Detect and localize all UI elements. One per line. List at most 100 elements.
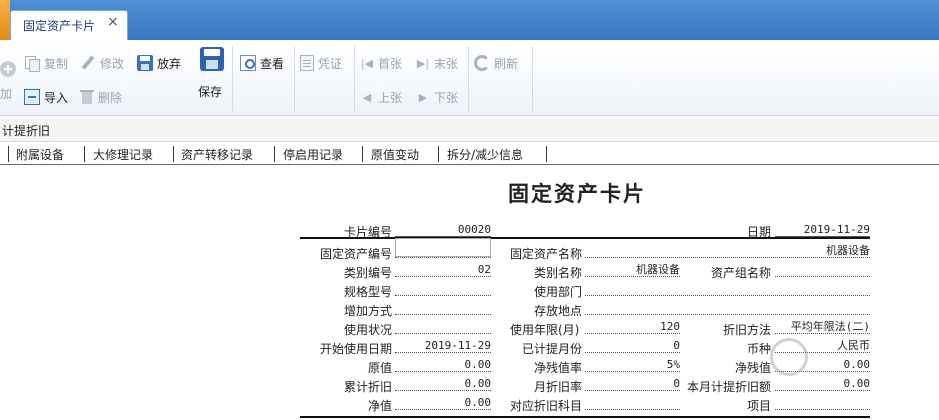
- category-code-field[interactable]: 02: [395, 263, 491, 277]
- add-method-field[interactable]: [395, 301, 491, 315]
- spec-label: 规格型号: [344, 285, 393, 299]
- subtab-split-reduce[interactable]: 拆分/减少信息: [447, 146, 523, 163]
- subtab-accessories[interactable]: 附属设备: [16, 146, 64, 163]
- asset-name-field[interactable]: 机器设备: [585, 244, 870, 258]
- save-icon[interactable]: [200, 47, 224, 71]
- next-button[interactable]: ▶ 下张: [416, 87, 458, 107]
- modify-button[interactable]: 修改: [80, 53, 124, 73]
- asset-group-label: 资产组名称: [711, 266, 772, 280]
- view-button[interactable]: 查看: [240, 53, 284, 73]
- toolbar-divider: [294, 46, 295, 112]
- category-name-label: 类别名称: [534, 266, 583, 280]
- dep-method-field[interactable]: 平均年限法(二): [775, 320, 870, 334]
- subtab-bar: 附属设备 大修理记录 资产转移记录 停启用记录 原值变动 拆分/减少信息: [0, 143, 939, 165]
- menu-item-depreciation[interactable]: 计提折旧: [2, 122, 50, 139]
- toolbar-divider: [232, 46, 233, 112]
- add-label: 加: [0, 83, 12, 103]
- voucher-button[interactable]: 凭证: [300, 53, 342, 73]
- subtab-start-stop[interactable]: 停启用记录: [283, 146, 343, 163]
- net-label: 净值: [368, 399, 393, 413]
- last-button[interactable]: ▶| 末张: [416, 53, 458, 73]
- close-icon[interactable]: ×: [107, 14, 119, 30]
- import-button[interactable]: 导入: [24, 87, 68, 107]
- residual-rate-field[interactable]: 5%: [585, 358, 680, 372]
- monthly-rate-field[interactable]: 0: [585, 377, 680, 391]
- card-no-field[interactable]: 00020: [395, 223, 491, 237]
- voucher-label: 凭证: [318, 56, 343, 71]
- save-button[interactable]: 保存: [198, 81, 222, 101]
- prev-button[interactable]: ◀ 上张: [360, 87, 402, 107]
- asset-code-field[interactable]: [395, 244, 491, 258]
- net-field[interactable]: 0.00: [395, 396, 491, 410]
- subtab-transfer[interactable]: 资产转移记录: [181, 146, 253, 163]
- first-button[interactable]: |◀ 首张: [360, 53, 402, 73]
- delete-button[interactable]: 删除: [80, 87, 122, 107]
- dept-field[interactable]: [585, 282, 870, 296]
- subtab-overhaul[interactable]: 大修理记录: [93, 146, 153, 163]
- dept-label: 使用部门: [534, 285, 583, 299]
- last-label: 末张: [434, 56, 459, 71]
- card-rule-top: [300, 237, 870, 239]
- abandon-button[interactable]: 放弃: [137, 53, 181, 73]
- delete-label: 删除: [98, 90, 123, 105]
- project-field[interactable]: [775, 396, 870, 410]
- asset-card: 固定资产卡片 卡片编号 00020 日期 2019-11-29 固定资产编号 固…: [285, 166, 885, 420]
- tab-fixed-asset-card[interactable]: 固定资产卡片 ×: [10, 10, 128, 40]
- residual-rate-label: 净残值率: [534, 361, 583, 375]
- view-label: 查看: [260, 56, 285, 71]
- status-label: 使用状况: [344, 323, 393, 337]
- copy-icon: [24, 55, 40, 72]
- residual-field[interactable]: 0.00: [775, 358, 870, 372]
- status-field[interactable]: [395, 320, 491, 334]
- first-label: 首张: [378, 56, 403, 71]
- refresh-label: 刷新: [494, 56, 519, 71]
- add-button[interactable]: [0, 59, 16, 79]
- category-code-label: 类别编号: [344, 266, 393, 280]
- refresh-button[interactable]: 刷新: [474, 53, 518, 73]
- prev-label: 上张: [378, 90, 403, 105]
- accum-label: 累计折旧: [344, 380, 393, 394]
- save-label: 保存: [198, 84, 223, 99]
- copy-label: 复制: [44, 56, 69, 71]
- pencil-icon: [80, 55, 96, 71]
- original-field[interactable]: 0.00: [395, 358, 491, 372]
- copy-button[interactable]: 复制: [24, 53, 68, 73]
- date-field[interactable]: 2019-11-29: [775, 223, 870, 237]
- spec-field[interactable]: [395, 282, 491, 296]
- start-date-field[interactable]: 2019-11-29: [395, 339, 491, 353]
- category-name-field[interactable]: 机器设备: [585, 263, 680, 277]
- location-field[interactable]: [585, 301, 870, 315]
- subtab-divider: [84, 146, 85, 162]
- monthly-rate-label: 月折旧率: [534, 380, 583, 394]
- project-label: 项目: [747, 399, 772, 413]
- add-text: 加: [0, 86, 13, 101]
- add-method-label: 增加方式: [344, 304, 393, 318]
- modify-label: 修改: [100, 56, 125, 71]
- tab-title: 固定资产卡片: [23, 19, 96, 33]
- subtab-divider: [546, 146, 547, 162]
- app-edge: [0, 0, 10, 40]
- subtab-divider: [362, 146, 363, 162]
- plus-icon: [0, 61, 16, 77]
- life-label: 使用年限(月): [510, 323, 580, 337]
- voucher-icon: [300, 55, 314, 71]
- subtab-value-change[interactable]: 原值变动: [371, 146, 419, 163]
- card-rule-bottom: [300, 416, 870, 418]
- toolbar-divider: [532, 46, 533, 112]
- monthly-amount-field[interactable]: 0.00: [775, 377, 870, 391]
- asset-group-field[interactable]: [775, 263, 870, 277]
- months-field[interactable]: 0: [585, 339, 680, 353]
- residual-label: 净残值: [735, 361, 772, 375]
- dep-method-label: 折旧方法: [723, 323, 772, 337]
- months-label: 已计提月份: [522, 342, 583, 356]
- account-label: 对应折旧科目: [510, 399, 583, 413]
- import-label: 导入: [44, 90, 69, 105]
- card-title: 固定资产卡片: [508, 182, 646, 206]
- account-field[interactable]: [585, 396, 680, 410]
- currency-field[interactable]: 人民币: [775, 339, 870, 353]
- accum-field[interactable]: 0.00: [395, 377, 491, 391]
- life-field[interactable]: 120: [585, 320, 680, 334]
- subtab-divider: [274, 146, 275, 162]
- currency-label: 币种: [747, 342, 772, 356]
- last-page-icon: ▶|: [416, 56, 430, 70]
